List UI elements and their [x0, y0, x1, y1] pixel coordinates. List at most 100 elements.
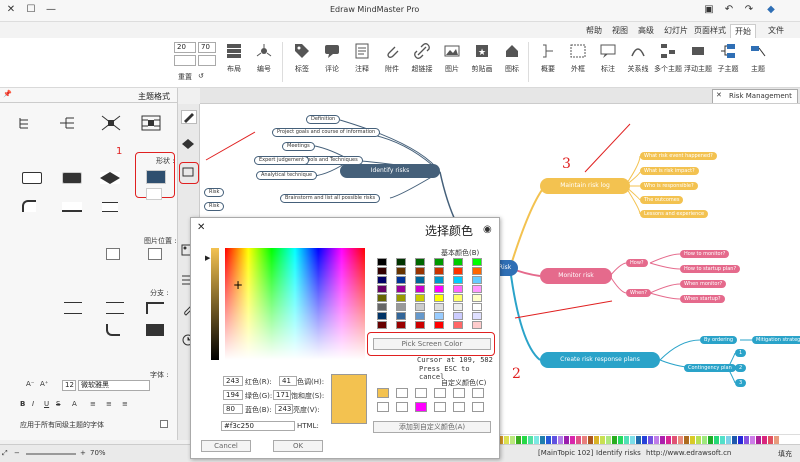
palette-swatch[interactable] [570, 436, 575, 444]
red-field[interactable]: 243 [223, 376, 243, 386]
strike-icon[interactable]: S [56, 400, 60, 408]
basic-color-swatch[interactable] [396, 258, 406, 266]
leaf-by-ordering[interactable]: By ordering [700, 336, 738, 344]
basic-color-swatch[interactable] [434, 321, 444, 329]
apply-all-checkbox[interactable] [160, 420, 168, 428]
hue-field[interactable]: 41 [279, 376, 297, 386]
custom-color-swatch[interactable] [434, 402, 446, 412]
palette-swatch[interactable] [678, 436, 683, 444]
basic-color-swatch[interactable] [453, 285, 463, 293]
leaf-risk-1[interactable]: Risk [204, 188, 225, 197]
leaf-when[interactable]: When? [626, 289, 652, 297]
grow-font-icon[interactable]: A⁺ [40, 380, 48, 388]
palette-swatch[interactable] [702, 436, 707, 444]
layout-thumb-1[interactable] [18, 116, 32, 132]
italic-icon[interactable]: I [32, 400, 34, 408]
shape-thumb-line[interactable] [146, 188, 162, 200]
palette-swatch[interactable] [600, 436, 605, 444]
basic-color-swatch[interactable] [453, 303, 463, 311]
comment-button[interactable]: 评论 [318, 40, 346, 84]
cancel-button[interactable]: Cancel [201, 440, 251, 452]
multiple-topics-button[interactable]: 多个主题 [654, 40, 682, 84]
topic-identify-risks[interactable]: Identify risks [340, 164, 440, 178]
branch-style-4[interactable] [146, 324, 164, 336]
leaf-analytical[interactable]: Analytical technique [256, 171, 318, 180]
leaf-outcomes[interactable]: The outcomes [640, 196, 684, 204]
leaf-how[interactable]: How? [626, 259, 648, 267]
palette-swatch[interactable] [564, 436, 569, 444]
palette-swatch[interactable] [738, 436, 743, 444]
custom-color-swatch[interactable] [377, 388, 389, 398]
palette-swatch[interactable] [510, 436, 515, 444]
status-url[interactable]: http://www.edrawsoft.cn [646, 449, 731, 457]
palette-swatch[interactable] [534, 436, 539, 444]
menu-page-style[interactable]: 页面样式 [690, 24, 730, 38]
shape-thumb-lines[interactable] [102, 202, 118, 212]
palette-swatch[interactable] [672, 436, 677, 444]
font-color-icon[interactable]: A [72, 400, 77, 408]
sat-field[interactable]: 171 [273, 390, 291, 400]
shape-thumb-rect[interactable] [62, 172, 82, 184]
basic-color-swatch[interactable] [377, 321, 387, 329]
topic-button[interactable]: 主题 [744, 40, 772, 84]
leaf-mitigation[interactable]: Mitigation strategies [752, 336, 800, 344]
leaf-brainstorm[interactable]: Brainstorm and list all possible risks [280, 194, 381, 203]
basic-color-swatch[interactable] [472, 312, 482, 320]
layout-thumb-4[interactable] [140, 114, 162, 134]
palette-swatch[interactable] [720, 436, 725, 444]
basic-color-swatch[interactable] [434, 267, 444, 275]
palette-swatch[interactable] [558, 436, 563, 444]
palette-swatch[interactable] [732, 436, 737, 444]
custom-color-swatch[interactable] [396, 388, 408, 398]
basic-color-swatch[interactable] [415, 294, 425, 302]
leaf-num-1[interactable]: 1 [735, 349, 747, 357]
align-center-icon[interactable]: ≡ [106, 400, 112, 408]
font-size-field[interactable]: 20 [174, 42, 196, 53]
summary-button[interactable]: 概要 [534, 40, 562, 84]
html-field[interactable]: #f3c250 [221, 421, 295, 431]
palette-swatch[interactable] [582, 436, 587, 444]
palette-swatch[interactable] [636, 436, 641, 444]
layout-thumb-2[interactable] [58, 116, 76, 132]
basic-color-swatch[interactable] [434, 294, 444, 302]
maximize-icon[interactable]: ☐ [22, 2, 40, 18]
custom-color-swatch[interactable] [434, 388, 446, 398]
pin-icon[interactable]: 📌 [3, 90, 12, 98]
basic-color-swatch[interactable] [396, 276, 406, 284]
tab-close-icon[interactable]: ✕ [716, 91, 722, 99]
shape-thumb-diamond[interactable] [100, 172, 120, 184]
palette-swatch[interactable] [516, 436, 521, 444]
subtopic-button[interactable]: 子主题 [714, 40, 742, 84]
palette-swatch[interactable] [552, 436, 557, 444]
fit-icon[interactable]: ⤢ [2, 449, 8, 458]
basic-color-swatch[interactable] [415, 303, 425, 311]
basic-color-swatch[interactable] [415, 267, 425, 275]
leaf-when-monitor[interactable]: When monitor? [680, 280, 727, 288]
leaf-responsible[interactable]: Who is responsible? [640, 182, 698, 190]
tab-risk-management[interactable]: Risk Management ✕ [712, 89, 798, 103]
font-size-field-2[interactable]: 70 [198, 42, 216, 53]
relationship-button[interactable]: 关系线 [624, 40, 652, 84]
basic-color-swatch[interactable] [453, 267, 463, 275]
palette-swatch[interactable] [504, 436, 509, 444]
basic-color-swatch[interactable] [453, 321, 463, 329]
custom-color-swatch[interactable] [415, 388, 427, 398]
branch-style-3[interactable] [64, 302, 82, 314]
topic-maintain-risk-log[interactable]: Maintain risk log [540, 178, 630, 194]
basic-color-swatch[interactable] [472, 267, 482, 275]
basic-color-swatch[interactable] [415, 312, 425, 320]
reset-icon[interactable]: ↺ [198, 72, 204, 80]
palette-swatch[interactable] [612, 436, 617, 444]
palette-swatch[interactable] [606, 436, 611, 444]
branch-style-5[interactable] [106, 324, 120, 336]
palette-swatch[interactable] [642, 436, 647, 444]
floating-topic-button[interactable]: 浮动主题 [684, 40, 712, 84]
leaf-num-3[interactable]: 3 [735, 379, 747, 387]
basic-color-swatch[interactable] [434, 258, 444, 266]
palette-swatch[interactable] [714, 436, 719, 444]
leaf-num-2[interactable]: 2 [735, 364, 747, 372]
shape-thumb-underline[interactable] [62, 202, 82, 212]
basic-color-swatch[interactable] [434, 285, 444, 293]
leaf-meetings[interactable]: Meetings [282, 142, 315, 151]
custom-color-swatch[interactable] [453, 388, 465, 398]
